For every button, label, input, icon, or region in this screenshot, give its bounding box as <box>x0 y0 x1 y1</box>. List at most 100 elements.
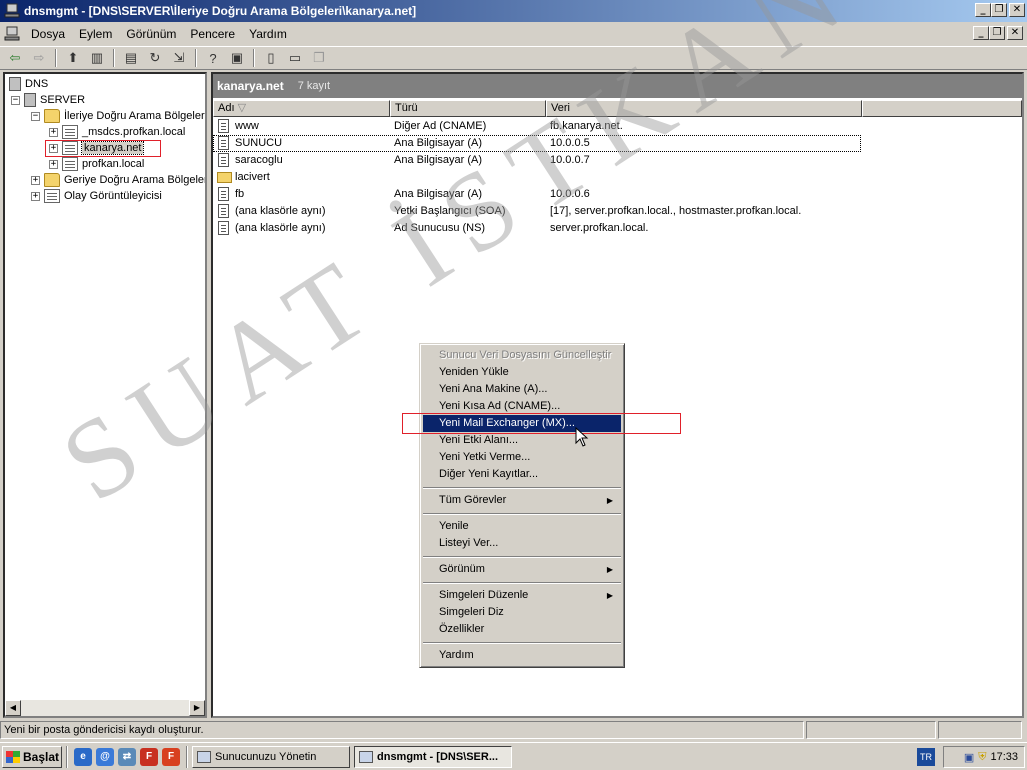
forward-arrow-icon[interactable]: ⇨ <box>28 48 50 68</box>
expand-icon[interactable]: + <box>49 159 58 169</box>
record-name: SUNUCU <box>235 137 283 149</box>
collapse-icon[interactable]: − <box>11 95 20 105</box>
menu-item-new-host[interactable]: Yeni Ana Makine (A)... <box>423 381 621 398</box>
document-icon[interactable]: ▭ <box>284 48 306 68</box>
network-tray-icon[interactable]: ▣ <box>964 751 974 764</box>
context-menu: Sunucu Veri Dosyasını Güncelleştir Yenid… <box>419 343 625 668</box>
toolbar-separator <box>55 49 57 67</box>
minimize-button[interactable]: _ <box>975 3 991 17</box>
menu-item-reload[interactable]: Yeniden Yükle <box>423 364 621 381</box>
menu-item-refresh[interactable]: Yenile <box>423 518 621 535</box>
record-name: saracoglu <box>235 154 283 166</box>
menu-item-new-domain[interactable]: Yeni Etki Alanı... <box>423 432 621 449</box>
menu-separator <box>423 556 621 558</box>
tree-node-event-viewer[interactable]: + Olay Görüntüleyicisi <box>31 188 162 204</box>
record-type: Diğer Ad (CNAME) <box>394 120 487 132</box>
filezilla-icon[interactable]: F <box>140 747 158 766</box>
tree-label: Olay Görüntüleyicisi <box>64 190 162 202</box>
tree-node-forward-zones[interactable]: − İleriye Doğru Arama Bölgeleri <box>31 108 205 124</box>
table-row[interactable]: (ana klasörle aynı) Ad Sunucusu (NS) ser… <box>213 220 1022 237</box>
menu-item-other-records[interactable]: Diğer Yeni Kayıtlar... <box>423 466 621 483</box>
expand-icon[interactable]: + <box>31 191 40 201</box>
language-indicator[interactable]: TR <box>917 748 935 766</box>
submenu-arrow-icon: ▶ <box>606 565 613 574</box>
up-folder-icon[interactable]: ⬆ <box>62 48 84 68</box>
start-button[interactable]: Başlat <box>2 745 62 768</box>
dns-app-icon <box>359 750 373 763</box>
column-header-data[interactable]: Veri <box>546 100 862 117</box>
tree-node-dns[interactable]: DNS <box>9 76 48 92</box>
help-icon[interactable]: ? <box>202 48 224 68</box>
network-icon[interactable]: ⇄ <box>118 747 136 766</box>
windows-logo-icon <box>6 750 20 763</box>
column-header-name[interactable]: Adı ▽ <box>213 100 390 117</box>
server-icon[interactable]: ▯ <box>260 48 282 68</box>
table-row[interactable]: (ana klasörle aynı) Yetki Başlangıcı (SO… <box>213 203 1022 220</box>
menu-item-view[interactable]: Görünüm ▶ <box>423 561 621 578</box>
filezilla-server-icon[interactable]: F <box>162 747 180 766</box>
console-tree-icon[interactable]: ▣ <box>226 48 248 68</box>
table-row[interactable]: SUNUCU Ana Bilgisayar (A) 10.0.0.5 <box>213 135 861 152</box>
menu-pencere[interactable]: Pencere <box>183 27 242 41</box>
menu-bar: Dosya Eylem Görünüm Pencere Yardım <box>0 23 1027 45</box>
menu-item-properties[interactable]: Özellikler <box>423 621 621 638</box>
outlook-express-icon[interactable]: @ <box>96 747 114 766</box>
menu-item-line-up-icons[interactable]: Simgeleri Diz <box>423 604 621 621</box>
record-icon <box>218 187 229 201</box>
task-manage-server[interactable]: Sunucunuzu Yönetin <box>192 745 350 768</box>
show-tree-icon[interactable]: ▥ <box>86 48 108 68</box>
restore-button[interactable]: ❐ <box>991 3 1007 17</box>
event-log-icon <box>44 189 60 203</box>
menu-item-arrange-icons[interactable]: Simgeleri Düzenle ▶ <box>423 587 621 604</box>
status-bar: Yeni bir posta göndericisi kaydı oluştur… <box>0 721 1027 741</box>
tree-node-reverse-zones[interactable]: + Geriye Doğru Arama Bölgeleri <box>31 172 205 188</box>
scroll-right-icon[interactable]: ▶ <box>189 700 205 716</box>
menu-eylem[interactable]: Eylem <box>72 27 119 41</box>
menu-item-new-delegation[interactable]: Yeni Yetki Verme... <box>423 449 621 466</box>
record-data: server.profkan.local. <box>550 222 649 234</box>
ie-icon[interactable]: e <box>74 747 92 766</box>
column-header-type[interactable]: Türü <box>390 100 546 117</box>
zone-title: kanarya.net <box>217 79 284 93</box>
task-label: dnsmgmt - [DNS\SER... <box>377 750 499 763</box>
folder-icon <box>217 172 232 183</box>
column-header-empty <box>862 100 1022 117</box>
tree-node-zone-msdcs[interactable]: + _msdcs.profkan.local <box>49 124 185 140</box>
expand-icon[interactable]: + <box>49 127 58 137</box>
mdi-minimize-button[interactable]: _ <box>973 26 989 40</box>
collapse-icon[interactable]: − <box>31 111 40 121</box>
submenu-arrow-icon: ▶ <box>606 496 613 505</box>
table-row[interactable]: www Diğer Ad (CNAME) fb.kanarya.net. <box>213 118 1022 135</box>
mdi-restore-button[interactable]: ❐ <box>989 26 1005 40</box>
menu-item-all-tasks[interactable]: Tüm Görevler ▶ <box>423 492 621 509</box>
table-row[interactable]: saracoglu Ana Bilgisayar (A) 10.0.0.7 <box>213 152 1022 169</box>
copy-icon[interactable]: ❐ <box>308 48 330 68</box>
refresh-icon[interactable]: ↻ <box>144 48 166 68</box>
security-shield-icon[interactable]: ⛨ <box>978 751 986 764</box>
record-icon <box>218 119 229 133</box>
tree-node-zone-profkan[interactable]: + profkan.local <box>49 156 144 172</box>
table-row[interactable]: lacivert <box>213 169 1022 186</box>
mdi-close-button[interactable]: ✕ <box>1007 26 1023 40</box>
tree-horizontal-scrollbar[interactable]: ◀ ▶ <box>5 700 205 716</box>
properties-icon[interactable]: ▤ <box>120 48 142 68</box>
menu-item-help[interactable]: Yardım <box>423 647 621 664</box>
expand-icon[interactable]: + <box>31 175 40 185</box>
menu-separator <box>423 487 621 489</box>
annotation-highlight-box <box>402 413 681 434</box>
scroll-left-icon[interactable]: ◀ <box>5 700 21 716</box>
menu-yardim[interactable]: Yardım <box>242 27 294 41</box>
menu-dosya[interactable]: Dosya <box>24 27 72 41</box>
menu-item-export-list[interactable]: Listeyi Ver... <box>423 535 621 552</box>
record-data: 10.0.0.7 <box>550 154 590 166</box>
menu-gorunum[interactable]: Görünüm <box>119 27 183 41</box>
export-list-icon[interactable]: ⇲ <box>168 48 190 68</box>
task-dnsmgmt[interactable]: dnsmgmt - [DNS\SER... <box>354 745 512 768</box>
console-tree[interactable]: DNS − SERVER − İleriye Doğru Arama Bölge… <box>3 72 207 718</box>
taskbar: Başlat e @ ⇄ F F Sunucunuzu Yönetin dnsm… <box>0 742 1027 770</box>
back-arrow-icon[interactable]: ⇦ <box>4 48 26 68</box>
tree-node-server[interactable]: − SERVER <box>11 92 85 108</box>
window-icon <box>197 750 211 763</box>
close-button[interactable]: ✕ <box>1009 3 1025 17</box>
table-row[interactable]: fb Ana Bilgisayar (A) 10.0.0.6 <box>213 186 1022 203</box>
